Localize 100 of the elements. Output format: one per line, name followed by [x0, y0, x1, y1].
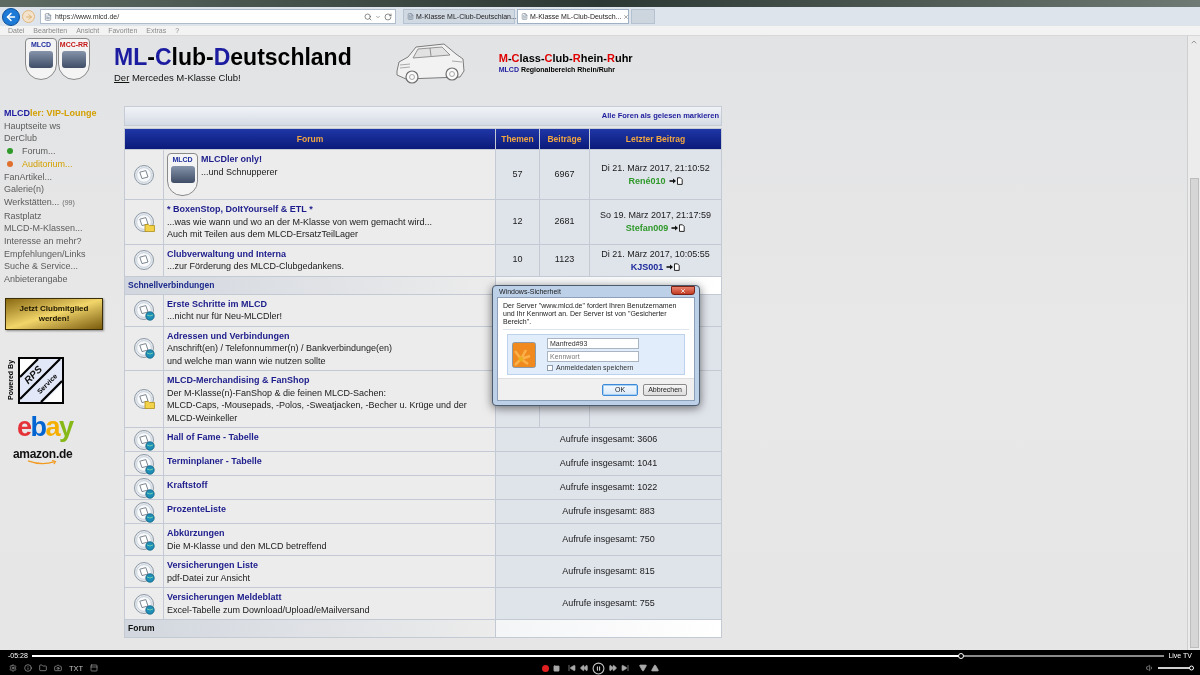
column-header: Forum: [125, 129, 495, 149]
car-photo-placeholder: [29, 51, 53, 68]
views-cell: Aufrufe insgesamt: 883: [496, 500, 721, 523]
arrow-left-icon: [5, 10, 17, 23]
refresh-icon[interactable]: [384, 12, 392, 21]
board-title-link[interactable]: Erste Schritte im MLCD: [167, 297, 268, 310]
board-title-link[interactable]: Kraftstoff: [167, 479, 208, 492]
volume-icon[interactable]: [1146, 664, 1154, 672]
views-cell: Aufrufe insgesamt: 750: [496, 524, 721, 555]
search-icon[interactable]: [364, 12, 372, 21]
table-cell: 6967: [540, 150, 589, 199]
page-icon: [521, 13, 528, 20]
board-description: Die M-Klasse und den MLCD betreffend: [167, 539, 327, 552]
views-cell: Aufrufe insgesamt: 755: [496, 588, 721, 619]
scrollbar[interactable]: [1187, 36, 1200, 650]
views-cell: Aufrufe insgesamt: 3606: [496, 428, 721, 451]
car-photo-placeholder: [170, 166, 195, 183]
sidebar-link[interactable]: Forum...: [4, 145, 56, 158]
board-title-link[interactable]: Hall of Fame - Tabelle: [167, 431, 259, 444]
rewind-icon[interactable]: [579, 664, 588, 672]
board-title-link[interactable]: Clubverwaltung und Interna: [167, 247, 286, 260]
sidebar-link[interactable]: Empfehlungen/Links: [4, 247, 86, 261]
progress-thumb[interactable]: [957, 652, 964, 659]
column-header: Beiträge: [540, 129, 589, 149]
table-cell: 10: [496, 244, 539, 276]
views-cell: Aufrufe insgesamt: 815: [496, 556, 721, 587]
board-description: Der M-Klasse(n)-FanShop & die feinen MLCD-Sachen: MLCD-Caps, -Mousepads, -Polos, -Sweatjacken, -Becher u. Krüge und der MLCD-Weinkeller: [167, 386, 468, 424]
skip-forward-icon[interactable]: [620, 664, 629, 672]
ebay-logo[interactable]: ebay: [17, 412, 73, 441]
board-title-link[interactable]: * BoxenStop, DoItYourself & ETL *: [167, 203, 313, 216]
scrollbar-thumb[interactable]: [1189, 178, 1199, 648]
table-cell: 12: [496, 200, 539, 244]
record-icon[interactable]: [541, 664, 549, 672]
close-icon: [680, 287, 686, 294]
board-title-link[interactable]: MLCDler only!: [201, 153, 262, 166]
board-description: ...was wie wann und wo an der M-Klasse von wem gemacht wird... Auch mit Teilen aus dem MLCD-ErsatzTeilLager: [167, 215, 433, 241]
board-description: ...nicht nur für Neu-MLCDler!: [167, 310, 283, 323]
board-title-link[interactable]: Terminplaner - Tabelle: [167, 455, 262, 468]
column-header: Themen: [496, 129, 539, 149]
page-icon: [44, 12, 52, 21]
post-date: Di 21. März 2017, 10:05:55: [601, 247, 710, 260]
sidebar-link[interactable]: MLCD-M-Klassen...: [4, 222, 83, 236]
post-date: So 19. März 2017, 21:17:59: [599, 209, 712, 222]
camera-icon[interactable]: [54, 664, 62, 672]
sidebar-link[interactable]: Interesse an mehr?: [4, 235, 82, 248]
site-title: ML-Club-Deutschland: [114, 44, 352, 71]
arrow-document-icon[interactable]: [671, 224, 686, 233]
board-title-link[interactable]: Abkürzungen: [167, 527, 225, 540]
sidebar-link[interactable]: Galerie(n): [4, 183, 44, 196]
triangle-down-icon[interactable]: [638, 664, 647, 672]
arrow-document-icon[interactable]: [666, 262, 681, 271]
regional-club-title: M-Class-Club-Rhein-Ruhr: [498, 52, 633, 65]
skip-back-icon[interactable]: [567, 664, 576, 672]
folder-icon[interactable]: [39, 664, 47, 672]
table-cell: 2681: [540, 200, 589, 244]
board-description: Excel-Tabelle zum Download/Upload/eMailversand: [167, 603, 370, 616]
board-description: Anschrift(en) / Telefonnummer(n) / Bankverbindunge(en) und welche man wann wie nutzen sollte: [167, 342, 392, 367]
board-description: ...und Schnupperer: [201, 165, 278, 178]
board-title-link[interactable]: Versicherungen Meldeblatt: [167, 591, 282, 604]
fast-forward-icon[interactable]: [608, 664, 617, 672]
table-cell: 1123: [540, 244, 589, 276]
arrow-right-icon: [24, 12, 33, 21]
sidebar-link[interactable]: MLCDler: VIP-Lounge: [4, 107, 97, 120]
panel-icon[interactable]: [90, 664, 99, 672]
join-club-button[interactable]: Jetzt Clubmitglied werden!: [5, 297, 103, 330]
board-description: ...zur Förderung des MLCD-Clubgedankens.: [167, 260, 345, 273]
triangle-up-icon[interactable]: [650, 664, 659, 672]
site-subtitle: Der Mercedes M-Klasse Club!: [114, 72, 242, 84]
sidebar-link[interactable]: Hauptseite ws: [4, 119, 61, 133]
progress-track[interactable]: [31, 654, 1165, 657]
table-cell: 57: [496, 150, 539, 199]
info-icon[interactable]: [24, 664, 32, 672]
views-cell: Aufrufe insgesamt: 1022: [496, 476, 721, 499]
car-photo-placeholder: [62, 51, 86, 68]
close-button[interactable]: [671, 286, 695, 295]
sidebar-link[interactable]: Rastplatz: [4, 209, 42, 223]
remember-checkbox[interactable]: [547, 364, 553, 371]
board-description: pdf-Datei zur Ansicht: [167, 571, 252, 584]
sidebar-link[interactable]: Suche & Service...: [4, 260, 79, 274]
section-header: Schnellverbindungen: [125, 276, 495, 294]
amazon-logo[interactable]: amazon.de: [13, 447, 73, 465]
sidebar-link[interactable]: DerClub: [4, 132, 37, 146]
pause-icon[interactable]: [591, 661, 605, 675]
user-link[interactable]: KJS001: [630, 260, 664, 273]
board-title-link[interactable]: Adressen und Verbindungen: [167, 329, 290, 342]
column-header: Letzter Beitrag: [590, 129, 721, 149]
board-title-link[interactable]: MLCD-Merchandising & FanShop: [167, 374, 310, 387]
board-title-link[interactable]: Versicherungen Liste: [167, 559, 259, 572]
volume-thumb[interactable]: [1189, 665, 1194, 671]
sidebar-link[interactable]: FanArtikel...: [4, 170, 52, 184]
views-cell: Aufrufe insgesamt: 1041: [496, 452, 721, 475]
board-title-link[interactable]: ProzenteListe: [167, 503, 226, 516]
page-icon: [407, 13, 414, 20]
back-button[interactable]: [2, 7, 20, 26]
arrow-document-icon[interactable]: [668, 177, 683, 185]
section-header: Forum: [125, 620, 495, 637]
stop-icon[interactable]: [552, 664, 560, 672]
sidebar-link[interactable]: Anbieterangabe: [4, 273, 68, 286]
settings-icon[interactable]: [9, 664, 17, 672]
post-date: Di 21. März 2017, 21:10:52: [601, 162, 710, 174]
